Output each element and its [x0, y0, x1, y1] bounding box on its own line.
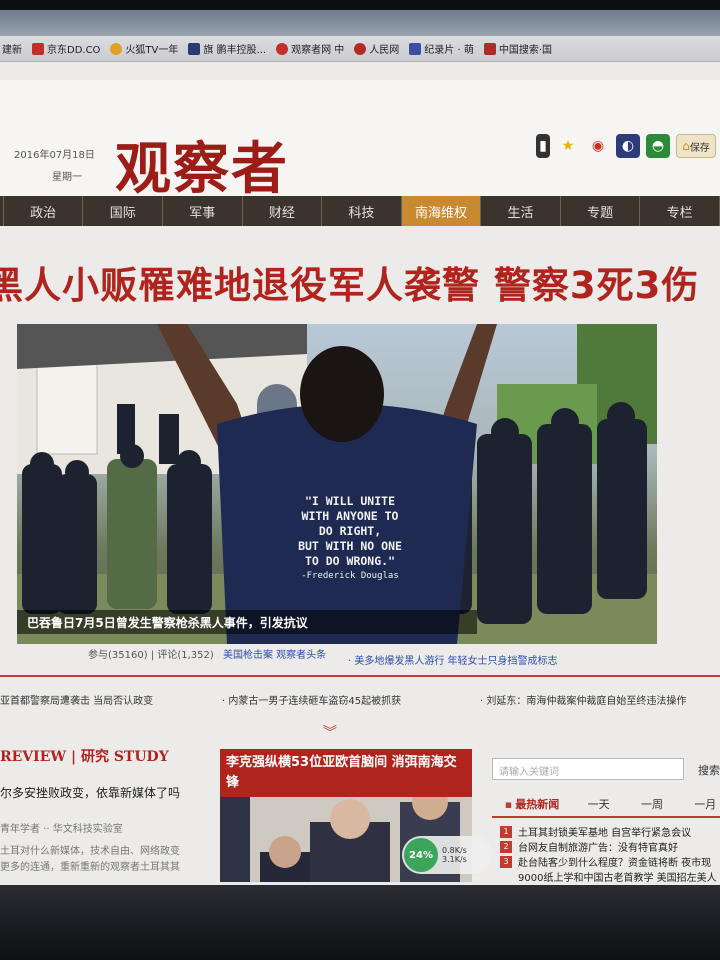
article-stats: 参与(35160) | 评论(1,352) 美国枪击案 观察者头条: [88, 650, 327, 661]
list-item[interactable]: 2 台网友自制旅游广告：没有特官真好: [500, 839, 717, 854]
chevron-down-icon[interactable]: ︾: [323, 722, 337, 742]
mid-story-title[interactable]: 李克强纵横53位亚欧首脑间 消弭南海交锋: [220, 749, 472, 797]
headline[interactable]: 黑人小贩罹难地退役军人袭警 警察3死3伤: [0, 255, 699, 309]
bookmark-item[interactable]: 建新: [2, 41, 22, 56]
lead-photo[interactable]: "I WILL UNITE WITH ANYONE TO DO RIGHT, B…: [17, 324, 657, 644]
mobile-icon[interactable]: ▮: [536, 134, 550, 158]
bookmark-item[interactable]: 京东DD.CO: [32, 41, 100, 56]
save-button[interactable]: ⌂ 保存: [676, 134, 716, 158]
bookmarks-bar: 建新 京东DD.CO 火狐TV一年 旗 鹏丰控股... 观察者网 中 人民网 纪…: [0, 36, 720, 62]
flag-icon: [188, 42, 201, 55]
tab-month[interactable]: 一月: [679, 792, 720, 816]
review-article-title[interactable]: 尔多安挫败政变，依靠新媒体了吗: [0, 784, 180, 801]
hot-news-list: 1 土耳其封锁美军基地 自宫举行紧急会议 2 台网友自制旅游广告：没有特官真好 3赴…: [500, 824, 717, 884]
weibo-icon[interactable]: ◉: [586, 134, 610, 158]
bookmark-item[interactable]: 火狐TV一年: [110, 41, 178, 56]
guancha-icon: [276, 42, 289, 55]
shirt-text: "I WILL UNITE WITH ANYONE TO DO RIGHT, B…: [298, 494, 402, 581]
share-bar: ▮ ★ ◉ ◐ ◓ ⌂ 保存: [536, 134, 716, 158]
nav-finance[interactable]: 财经: [243, 196, 323, 226]
nav-military[interactable]: 军事: [163, 196, 243, 226]
review-summary: 土耳对什么新媒体，技术自由、网络政变: [0, 846, 180, 857]
dots-icon: ▪: [504, 797, 513, 811]
nav-international[interactable]: 国际: [83, 196, 163, 226]
list-item[interactable]: 3 赴台陆客少到什么程度？资金链将断 夜市现: [500, 854, 717, 869]
home-icon: ⌂: [682, 139, 690, 153]
lead-photo-illustration: [17, 324, 657, 644]
qq-icon[interactable]: ◐: [616, 134, 640, 158]
star-icon[interactable]: ★: [556, 134, 580, 158]
chinaso-icon: [483, 42, 496, 55]
monitor-bezel: [0, 885, 720, 960]
people-icon: [354, 42, 367, 55]
related-link[interactable]: · 美多地爆发黑人游行 年轻女士只身挡警成标志: [348, 652, 558, 667]
site-logo[interactable]: 观察者: [115, 124, 289, 205]
topic-link[interactable]: 美国枪击案 观察者头条: [223, 650, 326, 661]
nav-columns[interactable]: 专栏: [640, 196, 720, 226]
bookmark-item[interactable]: 旗 鹏丰控股...: [188, 41, 266, 56]
firefox-icon: [110, 42, 123, 55]
jd-icon: [32, 42, 44, 55]
review-author: 青年学者 ·· 华文科技实验室: [0, 824, 123, 835]
network-speed-widget[interactable]: 24% 0.8K/s 3.1K/s: [402, 836, 492, 874]
bookmark-item[interactable]: 人民网: [354, 41, 399, 56]
news-item[interactable]: · 刘延东：南海仲裁案仲裁庭自始至终违法操作: [480, 692, 686, 707]
monitor: 建新 京东DD.CO 火狐TV一年 旗 鹏丰控股... 观察者网 中 人民网 纪…: [0, 0, 720, 960]
tab-hot-news[interactable]: ▪ 最热新闻: [492, 792, 572, 816]
photo-caption[interactable]: 巴吞鲁日7月5日曾发生警察枪杀黑人事件，引发抗议: [17, 610, 477, 634]
review-section-title[interactable]: REVIEW | 研究 STUDY: [0, 746, 169, 766]
main-nav: 政治 国际 军事 财经 科技 南海维权 生活 专题 专栏: [0, 196, 720, 226]
documentary-icon: [409, 42, 422, 55]
search-input[interactable]: 请输入关键词: [492, 758, 684, 780]
news-item[interactable]: · 内蒙古一男子连续砸车盗窃45起被抓获: [222, 692, 401, 707]
section-divider: [0, 675, 720, 677]
speed-readout: 0.8K/s 3.1K/s: [442, 846, 467, 864]
browser-titlebar: [0, 10, 720, 36]
wechat-icon[interactable]: ◓: [646, 134, 670, 158]
bookmark-item[interactable]: 中国搜索·国: [483, 41, 552, 56]
tab-day[interactable]: 一天: [572, 792, 625, 816]
rank-badge: 2: [500, 840, 512, 853]
header-weekday: 星期一: [52, 172, 82, 183]
rank-badge: 1: [500, 825, 512, 838]
speed-percent: 24%: [404, 838, 438, 872]
review-summary: 更多的连通，重新重新的观察者土耳其其: [0, 862, 180, 873]
bookmark-item[interactable]: 观察者网 中: [276, 41, 344, 56]
rank-badge: 3: [500, 855, 512, 868]
browser-screen: 建新 京东DD.CO 火狐TV一年 旗 鹏丰控股... 观察者网 中 人民网 纪…: [0, 10, 720, 890]
nav-politics[interactable]: 政治: [4, 196, 84, 226]
news-item[interactable]: 亚首都警察局遭袭击 当局否认政变: [0, 692, 153, 707]
header-date: 2016年07月18日: [14, 150, 95, 161]
hot-news-tabs: ▪ 最热新闻 一天 一周 一月: [492, 792, 720, 818]
tab-week[interactable]: 一周: [625, 792, 678, 816]
list-item[interactable]: 9000纸上学和中国古老首教学 美国招左美人: [500, 869, 717, 884]
nav-south-china-sea[interactable]: 南海维权: [401, 196, 482, 226]
bookmark-item[interactable]: 纪录片 · 萌: [409, 41, 474, 56]
nav-tech[interactable]: 科技: [322, 196, 402, 226]
list-item[interactable]: 1 土耳其封锁美军基地 自宫举行紧急会议: [500, 824, 717, 839]
nav-life[interactable]: 生活: [481, 196, 561, 226]
search-button[interactable]: 搜索: [690, 758, 720, 780]
nav-topics[interactable]: 专题: [561, 196, 641, 226]
